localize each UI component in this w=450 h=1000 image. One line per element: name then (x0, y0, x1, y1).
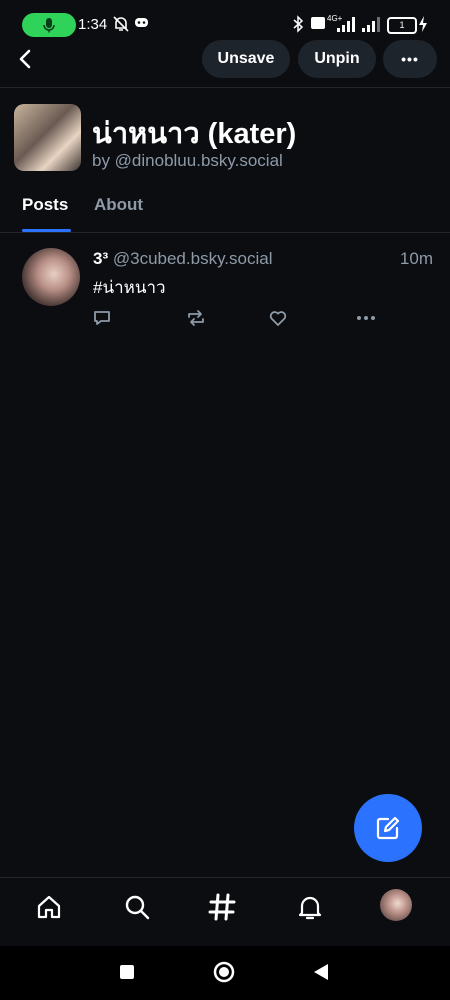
post-author-avatar[interactable] (22, 248, 80, 306)
repost-icon[interactable] (185, 308, 207, 328)
post-text[interactable]: #น่าหนาว (93, 274, 166, 301)
feed-title: น่าหนาว (kater) (92, 118, 297, 150)
signal-icon (337, 17, 355, 32)
feed-creator[interactable]: by @dinobluu.bsky.social (92, 151, 283, 171)
signal-2-icon (362, 17, 380, 32)
header-divider (0, 87, 450, 88)
hashtag-icon (208, 893, 236, 921)
back-button-icon[interactable] (312, 963, 330, 981)
nav-notifications[interactable] (295, 892, 325, 922)
unsave-button[interactable]: Unsave (202, 40, 290, 78)
bottom-nav (0, 878, 450, 946)
post-author-name[interactable]: 3³ (93, 249, 108, 268)
charging-icon (419, 16, 427, 32)
nav-home[interactable] (34, 892, 64, 922)
volte-icon (311, 17, 325, 29)
recents-icon[interactable] (118, 963, 136, 981)
like-icon[interactable] (268, 308, 288, 328)
unpin-button[interactable]: Unpin (298, 40, 376, 78)
reply-icon[interactable] (92, 308, 112, 328)
compose-button[interactable] (354, 794, 422, 862)
mic-indicator (22, 13, 76, 37)
discord-icon (135, 18, 148, 27)
post-timestamp: 10m (399, 249, 433, 268)
system-nav-bar (0, 946, 450, 1000)
compose-icon (376, 816, 400, 840)
post-author-handle[interactable]: @3cubed.bsky.social (113, 249, 273, 268)
mic-icon (43, 18, 55, 33)
tab-posts[interactable]: Posts (22, 195, 68, 215)
home-icon (37, 895, 61, 919)
home-button-icon[interactable] (213, 961, 235, 983)
tab-about[interactable]: About (94, 195, 143, 215)
nav-feeds[interactable] (207, 892, 237, 922)
tabs-divider (0, 232, 450, 233)
more-options-button[interactable]: ••• (383, 40, 437, 78)
nav-search[interactable] (122, 892, 152, 922)
post-author[interactable]: 3³ @3cubed.bsky.social (93, 249, 273, 269)
post-more-icon[interactable] (355, 308, 377, 328)
bluetooth-icon (293, 15, 304, 33)
feed-avatar (14, 104, 81, 171)
search-icon (125, 895, 150, 920)
status-time: 1:34 (78, 16, 108, 33)
nav-profile-avatar[interactable] (380, 889, 412, 921)
bell-icon (298, 896, 322, 920)
battery-icon: 1 (387, 17, 417, 34)
bell-muted-icon (113, 16, 129, 32)
back-icon[interactable] (14, 47, 38, 71)
